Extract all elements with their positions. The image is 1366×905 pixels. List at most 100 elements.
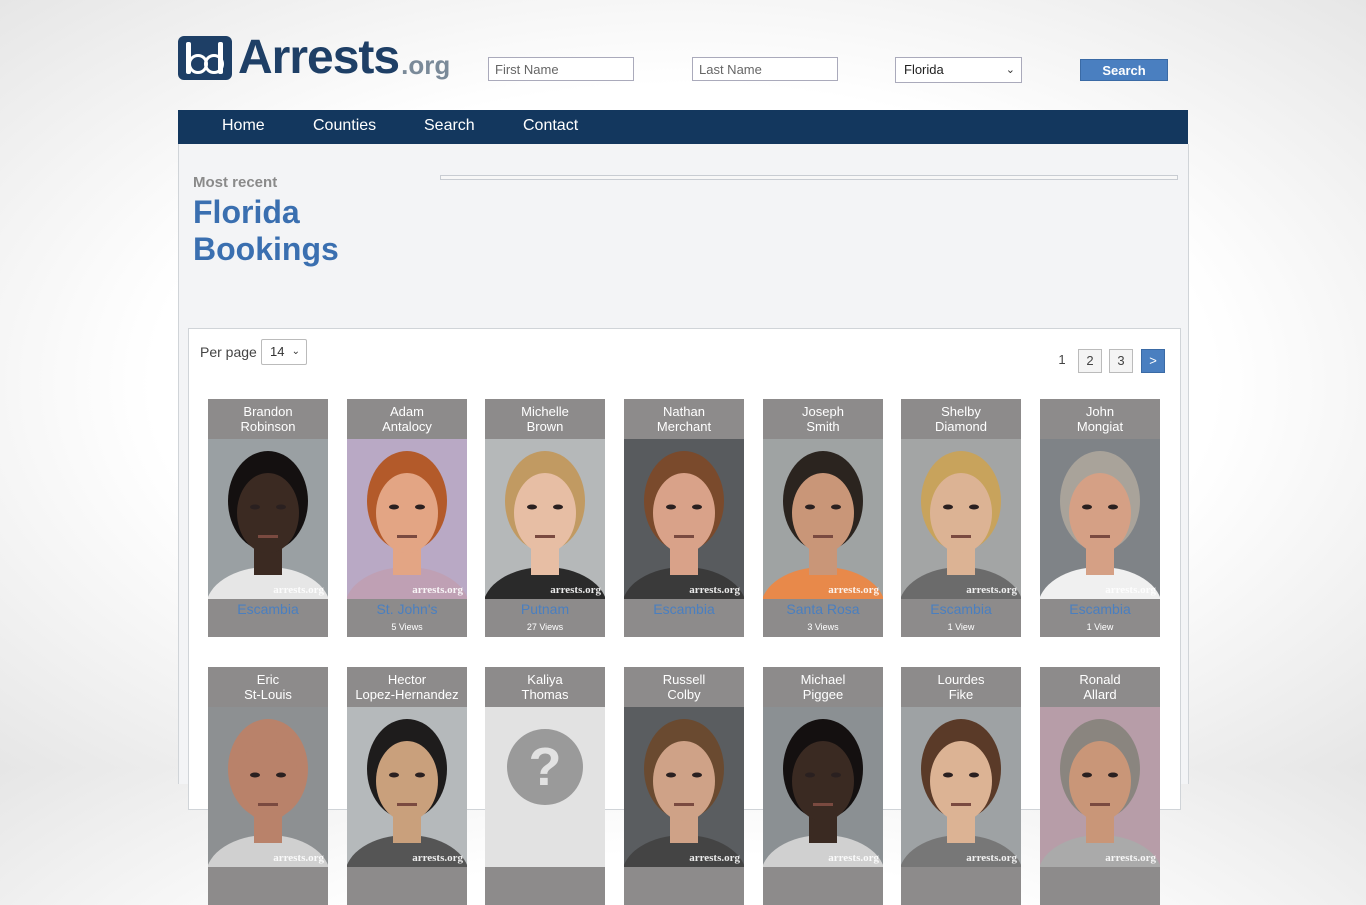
mugshot-photo[interactable]: arrests.org bbox=[485, 439, 605, 599]
photo-watermark: arrests.org bbox=[689, 852, 740, 864]
booking-county-link[interactable]: Putnam bbox=[485, 601, 605, 617]
booking-card[interactable]: John Mongiat arrests.org Escambia 1 View bbox=[1040, 399, 1160, 637]
nav-item-counties[interactable]: Counties bbox=[313, 110, 376, 142]
booking-first-name: Brandon bbox=[243, 404, 293, 419]
next-page-button[interactable]: > bbox=[1141, 349, 1165, 373]
page-link-3[interactable]: 3 bbox=[1109, 349, 1133, 373]
mugshot-figure-icon bbox=[624, 719, 744, 867]
main-content: Most recent Florida Bookings Per page 14… bbox=[178, 144, 1189, 905]
booking-county-link[interactable]: Escambia bbox=[901, 601, 1021, 617]
booking-name[interactable]: Adam Antalocy bbox=[347, 399, 467, 439]
nav-item-home[interactable]: Home bbox=[222, 110, 265, 142]
booking-card[interactable]: Hector Lopez-Hernandez arrests.org bbox=[347, 667, 467, 905]
booking-county-link[interactable]: Escambia bbox=[1040, 601, 1160, 617]
booking-first-name: John bbox=[1085, 404, 1115, 419]
booking-name[interactable]: Shelby Diamond bbox=[901, 399, 1021, 439]
booking-views: 27 Views bbox=[526, 622, 564, 632]
booking-name[interactable]: Joseph Smith bbox=[763, 399, 883, 439]
booking-card[interactable]: Michael Piggee arrests.org bbox=[763, 667, 883, 905]
mugshot-photo[interactable]: arrests.org bbox=[347, 707, 467, 867]
photo-watermark: arrests.org bbox=[1105, 584, 1156, 596]
state-select[interactable]: Florida ⌄ bbox=[895, 57, 1022, 83]
booking-county-link[interactable]: Escambia bbox=[624, 601, 744, 617]
ad-placeholder bbox=[440, 175, 1178, 180]
per-page-select[interactable]: 14 ⌄ bbox=[261, 339, 307, 365]
photo-watermark: arrests.org bbox=[273, 584, 324, 596]
booking-name[interactable]: Russell Colby bbox=[624, 667, 744, 707]
photo-watermark: arrests.org bbox=[689, 584, 740, 596]
mugshot-figure-icon bbox=[208, 451, 328, 599]
mugshot-figure-icon bbox=[485, 451, 605, 599]
booking-card[interactable]: Shelby Diamond arrests.org Escambia 1 View bbox=[901, 399, 1021, 637]
mugshot-photo[interactable]: arrests.org bbox=[347, 439, 467, 599]
mugshot-figure-icon bbox=[208, 719, 328, 867]
booking-name[interactable]: Ronald Allard bbox=[1040, 667, 1160, 707]
per-page-label: Per page bbox=[200, 344, 257, 360]
mugshot-figure-icon bbox=[763, 451, 883, 599]
booking-county-link[interactable]: St. John's bbox=[347, 601, 467, 617]
booking-county-link[interactable]: Escambia bbox=[208, 601, 328, 617]
booking-last-name: Colby bbox=[667, 687, 701, 702]
booking-card[interactable]: Kaliya Thomas? bbox=[485, 667, 605, 905]
no-photo-icon: ? bbox=[507, 729, 583, 805]
booking-views: 1 View bbox=[1086, 622, 1114, 632]
booking-name[interactable]: Kaliya Thomas bbox=[485, 667, 605, 707]
mugshot-photo[interactable]: arrests.org bbox=[208, 707, 328, 867]
mugshot-photo[interactable]: arrests.org bbox=[763, 439, 883, 599]
booking-name[interactable]: Lourdes Fike bbox=[901, 667, 1021, 707]
mugshot-figure-icon bbox=[901, 451, 1021, 599]
first-name-input[interactable] bbox=[488, 57, 634, 81]
nav-item-contact[interactable]: Contact bbox=[523, 110, 578, 142]
booking-card[interactable]: Russell Colby arrests.org bbox=[624, 667, 744, 905]
booking-name[interactable]: John Mongiat bbox=[1040, 399, 1160, 439]
booking-card[interactable]: Brandon Robinson arrests.org Escambia bbox=[208, 399, 328, 637]
booking-first-name: Hector bbox=[387, 672, 427, 687]
mugshot-photo[interactable]: arrests.org bbox=[624, 439, 744, 599]
nav-item-search[interactable]: Search bbox=[424, 110, 475, 142]
mugshot-photo[interactable]: arrests.org bbox=[208, 439, 328, 599]
booking-card[interactable]: Ronald Allard arrests.org bbox=[1040, 667, 1160, 905]
booking-card[interactable]: Nathan Merchant arrests.org Escambia bbox=[624, 399, 744, 637]
mugshot-photo[interactable]: arrests.org bbox=[1040, 439, 1160, 599]
site-header: Arrests .org Florida ⌄ Search bbox=[178, 30, 1188, 100]
booking-card[interactable]: Joseph Smith arrests.org Santa Rosa 3 Views bbox=[763, 399, 883, 637]
mugshot-figure-icon bbox=[763, 719, 883, 867]
mugshot-figure-icon bbox=[1040, 719, 1160, 867]
mugshot-figure-icon bbox=[1040, 451, 1160, 599]
booking-last-name: Brown bbox=[526, 419, 564, 434]
booking-first-name: Russell bbox=[662, 672, 706, 687]
booking-name[interactable]: Michelle Brown bbox=[485, 399, 605, 439]
page-link-2[interactable]: 2 bbox=[1078, 349, 1102, 373]
booking-last-name: Mongiat bbox=[1076, 419, 1124, 434]
booking-last-name: Allard bbox=[1083, 687, 1117, 702]
main-nav: Home Counties Search Contact bbox=[178, 110, 1188, 144]
search-button[interactable]: Search bbox=[1080, 59, 1168, 81]
booking-name[interactable]: Hector Lopez-Hernandez bbox=[347, 667, 467, 707]
last-name-input[interactable] bbox=[692, 57, 838, 81]
question-mark: ? bbox=[529, 737, 562, 797]
chevron-down-icon: ⌄ bbox=[291, 346, 300, 357]
booking-card[interactable]: Eric St-Louis arrests.org bbox=[208, 667, 328, 905]
mugshot-photo[interactable]: arrests.org bbox=[1040, 707, 1160, 867]
photo-watermark: arrests.org bbox=[828, 852, 879, 864]
site-logo[interactable]: Arrests .org bbox=[178, 34, 451, 82]
logo-suffix: .org bbox=[401, 50, 451, 80]
booking-last-name: Merchant bbox=[656, 419, 712, 434]
booking-views: 5 Views bbox=[391, 622, 423, 632]
booking-name[interactable]: Michael Piggee bbox=[763, 667, 883, 707]
booking-name[interactable]: Brandon Robinson bbox=[208, 399, 328, 439]
booking-card[interactable]: Michelle Brown arrests.org Putnam 27 Views bbox=[485, 399, 605, 637]
booking-card[interactable]: Lourdes Fike arrests.org bbox=[901, 667, 1021, 905]
mugshot-figure-icon bbox=[901, 719, 1021, 867]
booking-card[interactable]: Adam Antalocy arrests.org St. John's 5 Views bbox=[347, 399, 467, 637]
mugshot-photo[interactable]: arrests.org bbox=[763, 707, 883, 867]
booking-name[interactable]: Nathan Merchant bbox=[624, 399, 744, 439]
mugshot-photo[interactable]: arrests.org bbox=[901, 707, 1021, 867]
mugshot-photo[interactable]: arrests.org bbox=[624, 707, 744, 867]
mugshot-photo[interactable]: arrests.org bbox=[901, 439, 1021, 599]
booking-last-name: St-Louis bbox=[244, 687, 292, 702]
mugshot-photo[interactable]: ? bbox=[485, 707, 605, 867]
booking-name[interactable]: Eric St-Louis bbox=[208, 667, 328, 707]
photo-watermark: arrests.org bbox=[966, 852, 1017, 864]
booking-county-link[interactable]: Santa Rosa bbox=[763, 601, 883, 617]
